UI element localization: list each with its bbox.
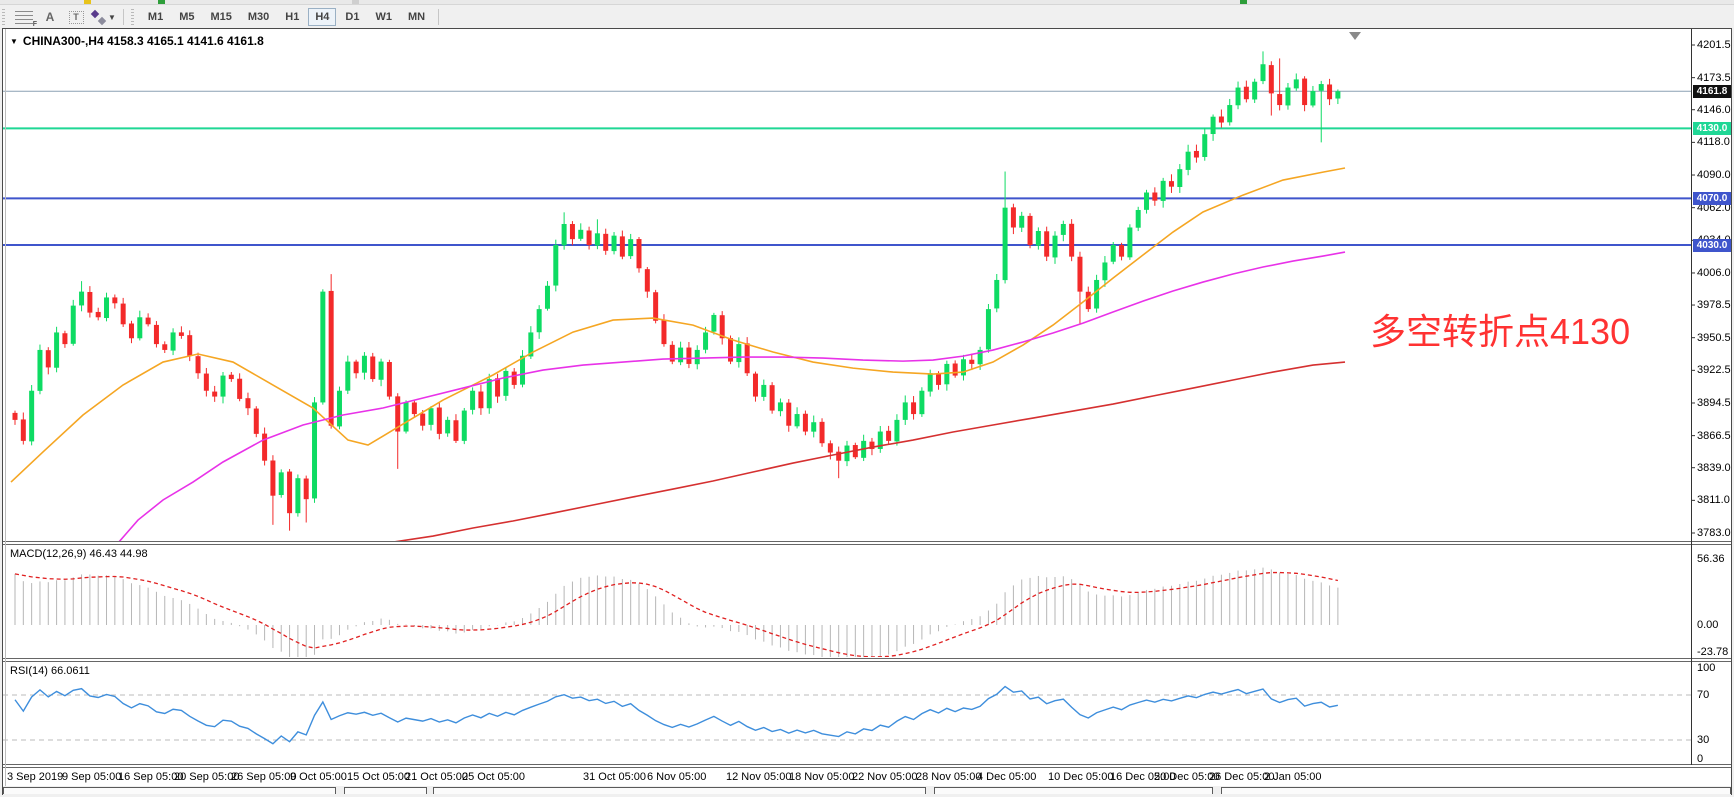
macd-tick-label: 0.00 [1697,619,1718,631]
time-axis-label: 12 Nov 05:00 [726,771,791,783]
time-axis-label: 9 Sep 05:00 [62,771,121,783]
price-tick-label: 3894.5 [1697,397,1731,409]
window-edge-segment [433,787,926,794]
toolbar-gripper[interactable] [2,9,8,25]
collapse-indicator-icon[interactable]: ▼ [10,37,18,46]
current-price-tag: 4161.8 [1693,85,1731,98]
clipped-icon [352,0,359,4]
time-axis-label: 31 Oct 05:00 [583,771,646,783]
chart-window: ▼CHINA300-,H4 4158.3 4165.1 4141.6 4161.… [2,28,1732,795]
window-edge-segment [344,787,427,794]
price-tick-label: 4173.5 [1697,72,1731,84]
chart-left-border [5,29,6,786]
rsi-indicator-label: RSI(14) 66.0611 [10,665,90,677]
tf-button-M30[interactable]: M30 [241,8,276,26]
toolbar-separator [438,9,439,25]
tf-button-M5[interactable]: M5 [172,8,201,26]
rsi-tick-label: 70 [1697,689,1709,701]
price-tick-label: 4146.0 [1697,104,1731,116]
time-axis-label: 26 Sep 05:00 [231,771,296,783]
mt4-application-window: F A T ▼ M1M5M15M30H1H4D1W1MN ▼CHINA300-,… [0,0,1734,797]
timeframe-toolbar: M1M5M15M30H1H4D1W1MN [140,8,433,26]
level-price-tag: 4130.0 [1693,122,1731,135]
price-tick-label: 3811.0 [1697,494,1730,506]
clipped-icon [158,0,165,4]
clipped-upper-toolbar [0,0,1734,5]
time-axis-label: 3 Sep 2019 [7,771,63,783]
line-studies-and-timeframe-toolbar: F A T ▼ M1M5M15M30H1H4D1W1MN [0,6,1734,28]
rsi-tick-label: 0 [1697,753,1703,765]
time-axis-label: 10 Dec 05:00 [1048,771,1113,783]
macd-indicator-label: MACD(12,26,9) 46.43 44.98 [10,548,148,560]
time-axis-label: 15 Oct 05:00 [347,771,410,783]
time-axis-label: 4 Dec 05:00 [977,771,1036,783]
fibonacci-tool-button[interactable]: F [12,7,36,27]
tf-button-H4[interactable]: H4 [308,8,336,26]
price-tick-label: 4201.5 [1697,39,1731,51]
price-tick-label: 3922.5 [1697,364,1731,376]
clipped-icon [84,0,91,4]
tf-button-M1[interactable]: M1 [141,8,170,26]
time-axis-label: 9 Oct 05:00 [290,771,347,783]
time-axis-label: 18 Nov 05:00 [789,771,854,783]
arrows-icon [91,11,105,24]
label-tool-button[interactable]: A [38,7,62,27]
ma-orange [11,168,1345,482]
window-edge-segment [1221,787,1731,794]
level-price-tag: 4030.0 [1693,239,1731,252]
price-tick-label: 4118.0 [1697,136,1730,148]
annotation-text: 多空转折点4130 [1370,303,1630,355]
clipped-icon [1240,0,1247,4]
toolbar-separator [123,9,124,25]
macd-tick-label: -23.78 [1697,646,1728,658]
arrows-tool-button[interactable]: ▼ [90,7,117,27]
label-a-icon: A [46,10,55,24]
tf-button-H1[interactable]: H1 [278,8,306,26]
chart-title: ▼CHINA300-,H4 4158.3 4165.1 4141.6 4161.… [10,34,264,48]
tf-button-M15[interactable]: M15 [203,8,238,26]
rsi-tick-label: 100 [1697,662,1715,674]
ma-red [393,362,1345,542]
time-axis-label: 22 Nov 05:00 [852,771,917,783]
price-tick-label: 3839.0 [1697,462,1731,474]
price-tick-label: 4090.0 [1697,169,1731,181]
window-edge-segment [3,787,336,794]
time-axis-label: 25 Oct 05:00 [462,771,525,783]
price-tick-label: 3978.5 [1697,299,1731,311]
tf-button-MN[interactable]: MN [401,8,432,26]
chart-shift-marker-icon[interactable] [1349,32,1361,40]
price-tick-label: 3950.5 [1697,332,1731,344]
price-tick-label: 3783.0 [1697,527,1731,539]
rsi-tick-label: 30 [1697,734,1709,746]
toolbar-gripper[interactable] [131,9,137,25]
macd-tick-label: 56.36 [1697,553,1725,565]
time-axis-label: 28 Nov 05:00 [916,771,981,783]
chevron-down-icon: ▼ [108,13,116,22]
time-axis-label: 2 Jan 05:00 [1264,771,1322,783]
text-tool-button[interactable]: T [64,7,88,27]
time-axis-label: 21 Oct 05:00 [405,771,468,783]
time-axis-label: 20 Sep 05:00 [174,771,239,783]
window-edge-segment [934,787,1213,794]
time-axis-label: 6 Nov 05:00 [647,771,706,783]
candles-group [13,51,1341,530]
price-tick-label: 4006.0 [1697,267,1731,279]
tf-button-D1[interactable]: D1 [338,8,366,26]
text-t-icon: T [69,11,84,24]
macd-group [15,568,1338,662]
macd-signal-line [15,573,1338,657]
price-tick-label: 3866.5 [1697,430,1731,442]
level-price-tag: 4070.0 [1693,192,1731,205]
ma-magenta [118,252,1345,543]
fibonacci-icon: F [15,11,33,24]
chart-canvas[interactable] [3,29,1731,794]
bottom-window-strip [3,786,1731,795]
tf-button-W1[interactable]: W1 [368,8,399,26]
